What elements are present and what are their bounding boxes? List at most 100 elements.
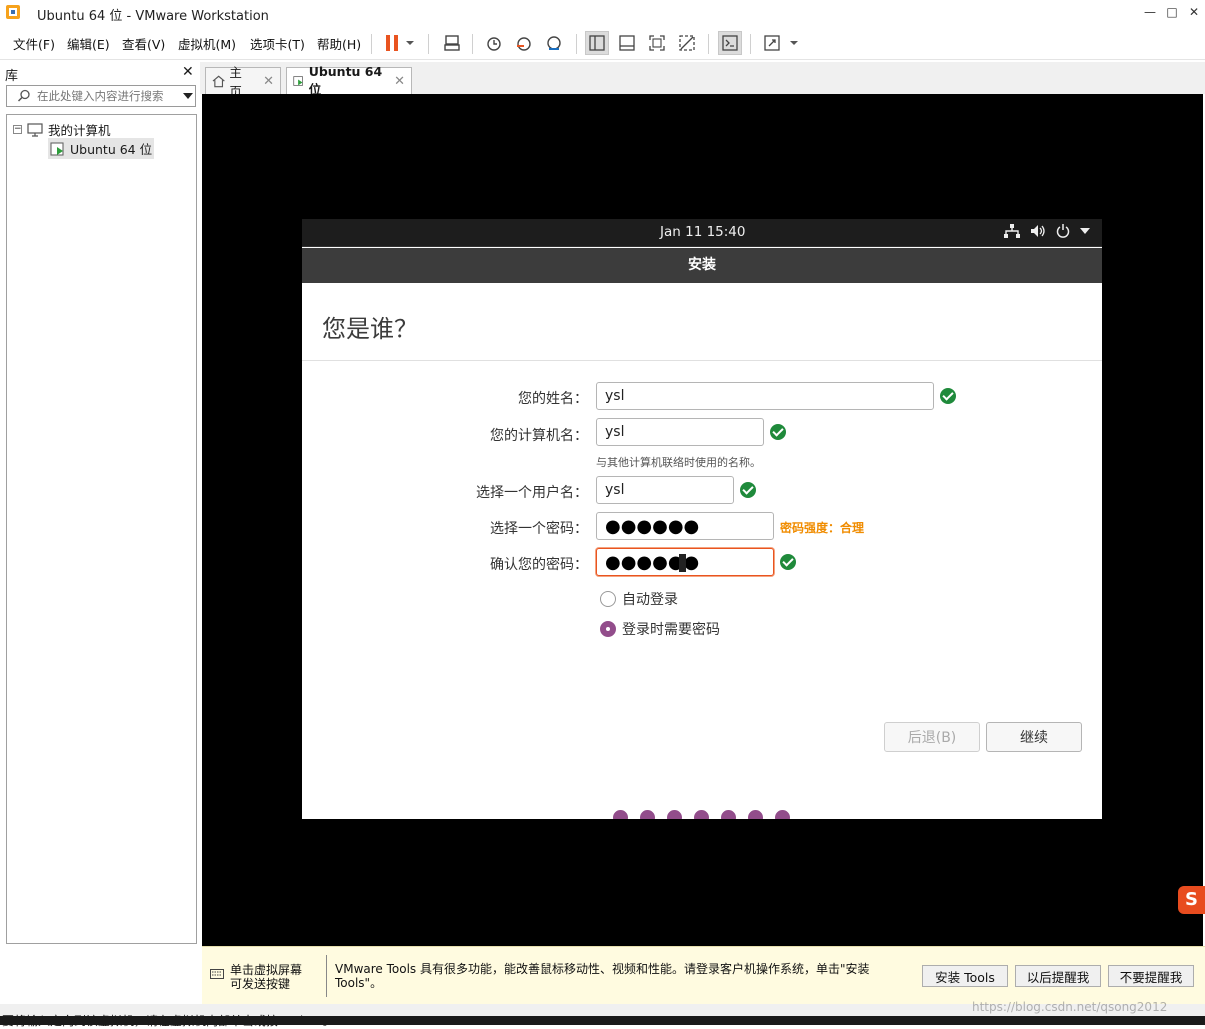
username-label: 选择一个用户名： xyxy=(476,485,588,501)
tab-strip: 主页 ✕ Ubuntu 64 位 ✕ xyxy=(200,62,1205,99)
vmware-app-icon xyxy=(6,5,20,19)
sogou-ime-icon[interactable]: S xyxy=(1178,886,1205,914)
close-tab-icon[interactable]: ✕ xyxy=(263,74,274,89)
menu-file[interactable]: 文件(F) xyxy=(13,34,55,53)
confirm-password-label: 确认您的密码： xyxy=(490,557,588,573)
minimize-button[interactable]: — xyxy=(1139,0,1161,24)
auto-login-option[interactable]: 自动登录 xyxy=(600,589,678,609)
system-menu-chevron-icon[interactable] xyxy=(1080,228,1090,234)
confirm-password-input[interactable]: ●●●●●● xyxy=(596,548,774,576)
back-button[interactable]: 后退(B) xyxy=(884,722,980,752)
menu-vm[interactable]: 虚拟机(M) xyxy=(178,34,236,53)
library-close-icon[interactable]: ✕ xyxy=(182,64,194,80)
tree-item-ubuntu[interactable]: Ubuntu 64 位 xyxy=(48,138,155,159)
tree-item-my-computer[interactable]: − 我的计算机 xyxy=(13,120,111,139)
revert-snapshot-icon[interactable] xyxy=(512,31,536,55)
require-password-option[interactable]: 登录时需要密码 xyxy=(600,619,720,639)
computer-name-input[interactable] xyxy=(596,418,764,446)
power-icon[interactable] xyxy=(1056,224,1070,238)
send-keys-icon[interactable] xyxy=(440,31,464,55)
name-label: 您的姓名： xyxy=(518,391,588,407)
console-view-icon[interactable] xyxy=(718,31,742,55)
check-icon xyxy=(770,424,786,440)
tree-item-label: 我的计算机 xyxy=(48,123,111,138)
radio-button[interactable] xyxy=(600,591,616,607)
tab-home[interactable]: 主页 ✕ xyxy=(205,65,281,99)
window-title: Ubuntu 64 位 - VMware Workstation xyxy=(37,9,269,24)
installer-header: 安装 xyxy=(302,248,1102,283)
progress-dots xyxy=(613,810,790,819)
install-tools-button[interactable]: 安装 Tools xyxy=(922,965,1008,987)
progress-dot xyxy=(748,810,763,819)
stretch-dropdown-icon[interactable] xyxy=(786,31,802,55)
auto-login-label: 自动登录 xyxy=(622,592,678,608)
password-mask: ●●●●●● xyxy=(605,516,700,537)
network-icon[interactable] xyxy=(1004,224,1020,238)
library-search-input[interactable] xyxy=(37,88,177,104)
tree-item-label: Ubuntu 64 位 xyxy=(70,142,153,157)
library-title: 库 xyxy=(5,69,19,84)
progress-dot xyxy=(667,810,682,819)
progress-dot xyxy=(613,810,628,819)
thumbnail-bar-icon[interactable] xyxy=(615,31,639,55)
close-tab-icon[interactable]: ✕ xyxy=(394,74,405,89)
search-icon xyxy=(17,89,30,102)
remind-later-button[interactable]: 以后提醒我 xyxy=(1015,965,1101,987)
vm-running-icon xyxy=(50,141,64,156)
progress-dot xyxy=(775,810,790,819)
computer-name-hint: 与其他计算机联络时使用的名称。 xyxy=(596,456,761,469)
watermark: https://blog.csdn.net/qsong2012 xyxy=(972,1000,1168,1014)
check-icon xyxy=(740,482,756,498)
tab-label: Ubuntu 64 位 xyxy=(308,64,383,97)
menu-edit[interactable]: 编辑(E) xyxy=(67,34,110,53)
home-icon xyxy=(212,75,225,87)
stretch-icon[interactable] xyxy=(760,31,784,55)
clock[interactable]: Jan 11 15:40 xyxy=(660,224,745,240)
require-password-label: 登录时需要密码 xyxy=(622,622,720,638)
maximize-button[interactable]: □ xyxy=(1161,0,1183,24)
page-title: 您是谁？ xyxy=(322,315,418,343)
menu-toolbar: 文件(F) 编辑(E) 查看(V) 虚拟机(M) 选项卡(T) 帮助(H) xyxy=(0,26,1205,60)
library-header: 库 ✕ xyxy=(0,62,200,84)
library-view-icon[interactable] xyxy=(585,31,609,55)
volume-icon[interactable] xyxy=(1030,224,1046,238)
continue-button[interactable]: 继续 xyxy=(986,722,1082,752)
menu-tabs[interactable]: 选项卡(T) xyxy=(250,34,305,53)
radio-button[interactable] xyxy=(600,621,616,637)
vm-running-icon xyxy=(293,76,303,86)
password-input[interactable]: ●●●●●● xyxy=(596,512,774,540)
never-remind-button[interactable]: 不要提醒我 xyxy=(1108,965,1194,987)
progress-dot xyxy=(640,810,655,819)
progress-dot xyxy=(721,810,736,819)
click-to-send-keys-text: 单击虚拟屏幕 可发送按键 xyxy=(230,963,303,991)
full-screen-icon[interactable] xyxy=(645,31,669,55)
keyboard-icon xyxy=(210,969,224,979)
collapse-icon[interactable]: − xyxy=(13,125,22,134)
pause-icon[interactable] xyxy=(380,31,404,55)
computer-icon xyxy=(27,122,43,137)
password-label: 选择一个密码： xyxy=(490,521,588,537)
tools-message: VMware Tools 具有很多功能，能改善鼠标移动性、视频和性能。请登录客户… xyxy=(335,962,870,990)
chevron-down-icon[interactable] xyxy=(183,93,193,99)
title-bar: Ubuntu 64 位 - VMware Workstation — □ ✕ xyxy=(0,0,1205,26)
divider xyxy=(326,955,327,997)
check-icon xyxy=(940,388,956,404)
vmware-tools-notice: 单击虚拟屏幕 可发送按键 VMware Tools 具有很多功能，能改善鼠标移动性… xyxy=(202,946,1205,1004)
menu-help[interactable]: 帮助(H) xyxy=(317,34,361,53)
progress-dot xyxy=(694,810,709,819)
name-input[interactable] xyxy=(596,382,934,410)
ubuntu-installer-window: Jan 11 15:40 安装 您是谁？ 您的姓名： 您的计算机名： 与其他计算… xyxy=(302,219,1102,819)
power-dropdown-icon[interactable] xyxy=(402,31,418,55)
password-strength: 密码强度：合理 xyxy=(780,521,865,535)
library-search[interactable] xyxy=(6,85,196,107)
unity-mode-icon[interactable] xyxy=(675,31,699,55)
gnome-top-bar: Jan 11 15:40 xyxy=(302,219,1102,247)
snapshot-icon[interactable] xyxy=(482,31,506,55)
close-button[interactable]: ✕ xyxy=(1183,0,1205,24)
check-icon xyxy=(780,554,796,570)
status-bar-bottom xyxy=(0,1016,1205,1025)
snapshot-manager-icon[interactable] xyxy=(542,31,566,55)
tab-ubuntu[interactable]: Ubuntu 64 位 ✕ xyxy=(286,64,412,97)
menu-view[interactable]: 查看(V) xyxy=(122,34,165,53)
username-input[interactable] xyxy=(596,476,734,504)
